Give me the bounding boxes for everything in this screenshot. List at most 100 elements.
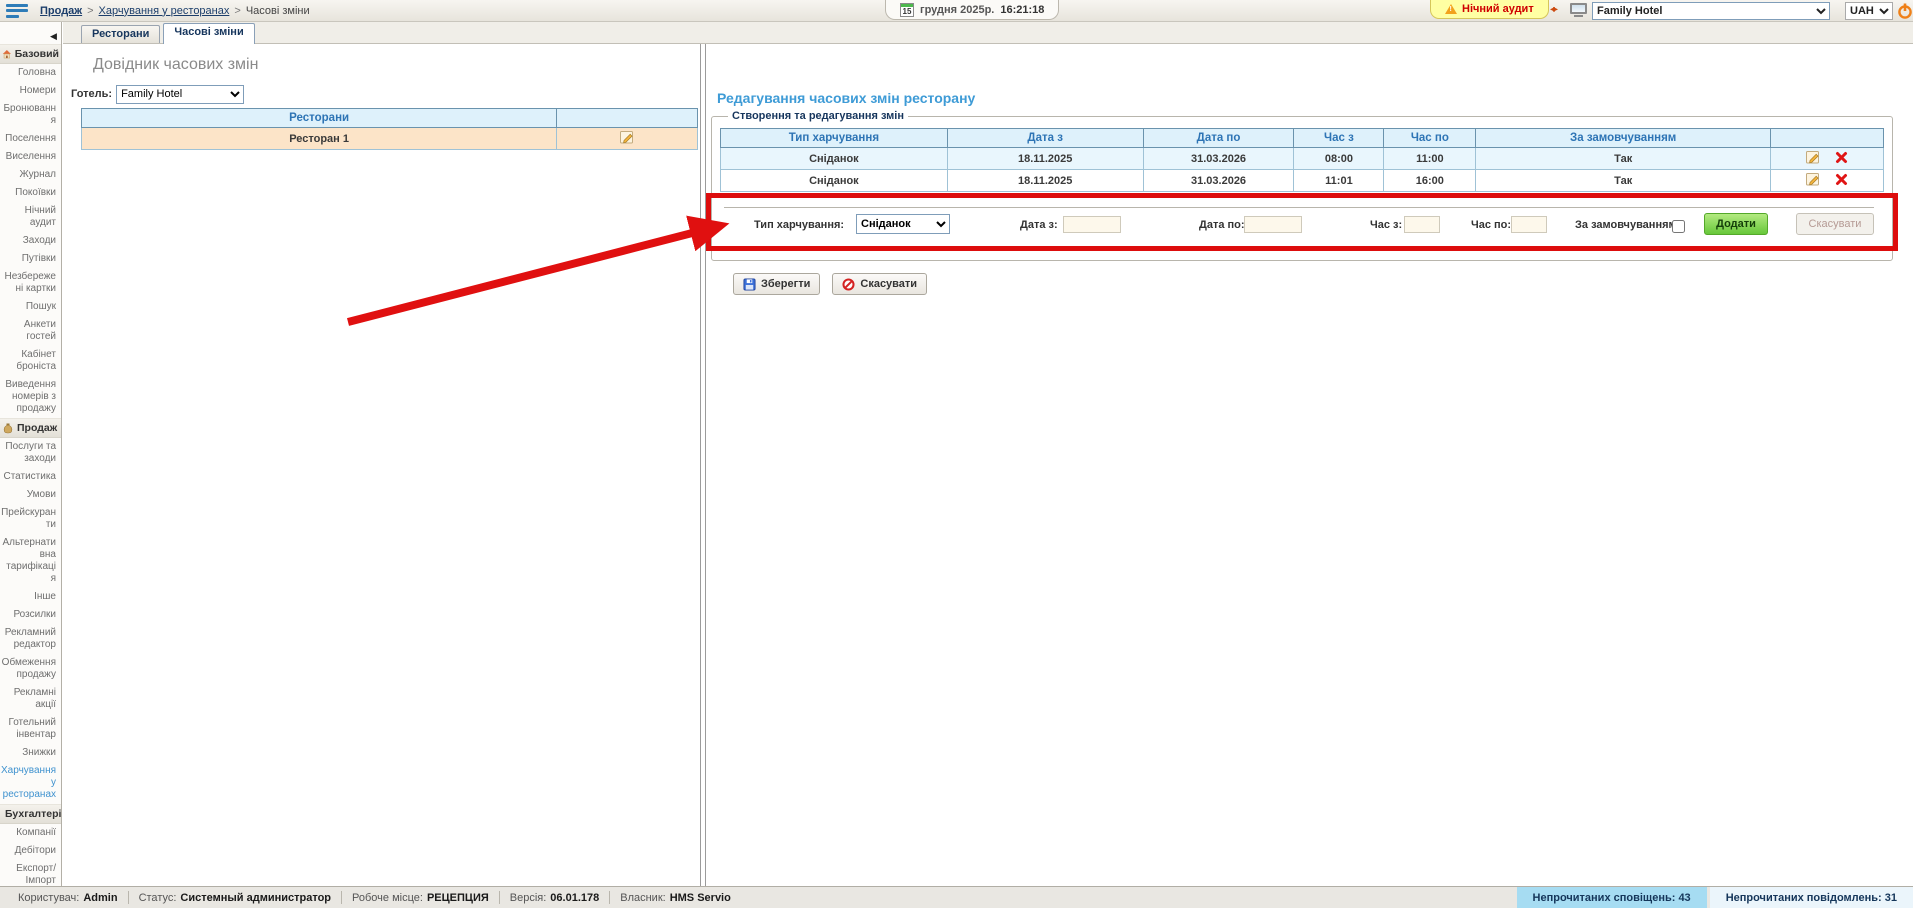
- sidebar-item[interactable]: Розсилки: [0, 606, 61, 624]
- restaurants-actions-header: [557, 109, 698, 128]
- sidebar-item[interactable]: Прейскуранти: [0, 504, 61, 534]
- time-shifts-table: Тип харчування Дата з Дата по Час з Час …: [720, 128, 1884, 192]
- sidebar-section-sales-items: Послуги та заходиСтатистикаУмовиПрейскур…: [0, 438, 61, 804]
- sidebar-section-title: Продаж: [17, 422, 57, 434]
- night-audit-badge[interactable]: Нічний аудит: [1430, 0, 1549, 19]
- restaurants-table: Ресторани Ресторан 1: [81, 108, 698, 150]
- sidebar-item[interactable]: Умови: [0, 486, 61, 504]
- sidebar-item[interactable]: Пошук: [0, 298, 61, 316]
- calendar-icon: 15: [900, 3, 914, 17]
- sidebar-section-title: Базовий: [15, 48, 59, 60]
- house-icon: [2, 48, 12, 60]
- save-button-label: Зберегти: [761, 278, 810, 290]
- sidebar-item[interactable]: Путівки: [0, 250, 61, 268]
- col-time-to: Час по: [1384, 129, 1476, 148]
- delete-shift-button[interactable]: [1835, 173, 1848, 186]
- form-cancel-button[interactable]: Скасувати: [1796, 213, 1874, 235]
- save-floppy-icon: [743, 278, 756, 291]
- sidebar-collapse-icon[interactable]: ◀: [50, 31, 57, 42]
- sidebar-item[interactable]: Дебітори: [0, 842, 61, 860]
- sidebar-section-basic[interactable]: Базовий: [0, 44, 61, 64]
- menu-icon[interactable]: [6, 4, 30, 18]
- sidebar-item[interactable]: Знижки: [0, 744, 61, 762]
- status-item-label: Статус:: [139, 892, 177, 904]
- sidebar-item[interactable]: Рекламний редактор: [0, 624, 61, 654]
- breadcrumb-link-restaurant-catering[interactable]: Харчування у ресторанах: [99, 5, 230, 17]
- restaurant-row[interactable]: Ресторан 1: [82, 128, 698, 150]
- status-item: Робоче місце: РЕЦЕПЦИЯ: [342, 891, 500, 904]
- hotel-select[interactable]: Family Hotel: [1592, 2, 1830, 20]
- by-default-checkbox[interactable]: [1672, 220, 1685, 233]
- save-button[interactable]: Зберегти: [733, 273, 820, 295]
- restaurants-panel: Довідник часових змін Готель: Family Hot…: [63, 44, 700, 886]
- edit-shift-button[interactable]: [1806, 172, 1821, 186]
- moneybag-icon: [2, 422, 14, 434]
- sidebar-item[interactable]: Готельний інвентар: [0, 714, 61, 744]
- sidebar-item[interactable]: Обмеження продажу: [0, 654, 61, 684]
- add-button[interactable]: Додати: [1704, 213, 1768, 235]
- cancel-button[interactable]: Скасувати: [832, 273, 927, 295]
- time-to-input[interactable]: [1511, 216, 1547, 233]
- breadcrumb-separator: >: [87, 5, 93, 17]
- sidebar-section-sales[interactable]: Продаж: [0, 418, 61, 438]
- breadcrumb-separator: >: [234, 5, 240, 17]
- date-from-label: Дата з:: [1020, 219, 1058, 231]
- edit-fieldset-legend: Створення та редагування змін: [728, 110, 908, 122]
- panel-splitter[interactable]: [700, 44, 706, 886]
- sidebar-item[interactable]: Експорт/Імпорт рахунків: [0, 860, 61, 886]
- shift-by-default: Так: [1476, 148, 1771, 170]
- sidebar-item[interactable]: Незбережені картки: [0, 268, 61, 298]
- shift-meal: Сніданок: [721, 148, 948, 170]
- col-by-default: За замовчуванням: [1476, 129, 1771, 148]
- status-item-value: РЕЦЕПЦИЯ: [427, 892, 489, 904]
- hotel-label: Готель:: [71, 88, 112, 100]
- meal-type-select[interactable]: Сніданок: [856, 214, 950, 234]
- sidebar-item[interactable]: Анкети гостей: [0, 316, 61, 346]
- sidebar-item[interactable]: Послуги та заходи: [0, 438, 61, 468]
- sidebar-item[interactable]: Поселення: [0, 130, 61, 148]
- sidebar-item[interactable]: Рекламні акції: [0, 684, 61, 714]
- date-from-input[interactable]: [1063, 216, 1121, 233]
- edit-fieldset: Створення та редагування змін Тип харчув…: [711, 110, 1893, 261]
- delete-shift-button[interactable]: [1835, 151, 1848, 164]
- delete-x-icon: [1835, 151, 1848, 164]
- sidebar-item[interactable]: Номери: [0, 82, 61, 100]
- main-area: Ресторани Часові зміни Довідник часових …: [63, 22, 1913, 886]
- sidebar-item[interactable]: Головна: [0, 64, 61, 82]
- time-from-input[interactable]: [1404, 216, 1440, 233]
- currency-select[interactable]: UAH: [1845, 2, 1893, 20]
- panel-hotel-select[interactable]: Family Hotel: [116, 85, 244, 104]
- col-actions: [1771, 129, 1884, 148]
- sidebar-item[interactable]: Харчування у ресторанах: [0, 762, 61, 804]
- sidebar-item[interactable]: Кабінет броніста: [0, 346, 61, 376]
- sidebar-item[interactable]: Бронювання: [0, 100, 61, 130]
- tab-time-shifts[interactable]: Часові зміни: [163, 23, 254, 44]
- status-item-value: Admin: [83, 892, 117, 904]
- date-to-input[interactable]: [1244, 216, 1302, 233]
- unread-messages-badge[interactable]: Непрочитаних повідомлень: 31: [1710, 887, 1913, 908]
- edit-shift-button[interactable]: [1806, 150, 1821, 164]
- page-title: Довідник часових змін: [93, 56, 700, 74]
- sidebar-item[interactable]: Нічний аудит: [0, 202, 61, 232]
- shift-time-to: 16:00: [1384, 170, 1476, 192]
- unread-notifications-badge[interactable]: Непрочитаних сповіщень: 43: [1517, 887, 1707, 908]
- sidebar-item[interactable]: Виведення номерів з продажу: [0, 376, 61, 418]
- status-item-label: Версія:: [510, 892, 547, 904]
- sidebar-item[interactable]: Заходи: [0, 232, 61, 250]
- sidebar-item[interactable]: Компанії: [0, 824, 61, 842]
- logout-power-icon[interactable]: [1897, 3, 1913, 22]
- sidebar-item[interactable]: Альтернативна тарифікація: [0, 534, 61, 588]
- edit-restaurant-button[interactable]: [620, 130, 635, 144]
- edit-pencil-icon: [1806, 150, 1821, 164]
- sidebar-section-accounting[interactable]: Бухгалтерія: [0, 804, 61, 824]
- col-time-from: Час з: [1294, 129, 1384, 148]
- new-shift-form: Тип харчування: Сніданок Дата з: Дата по…: [720, 198, 1884, 252]
- session-arrows-icon[interactable]: ◂▸: [1550, 4, 1556, 15]
- sidebar-item[interactable]: Виселення: [0, 148, 61, 166]
- breadcrumb-link-sales[interactable]: Продаж: [40, 5, 82, 17]
- tab-restaurants[interactable]: Ресторани: [81, 25, 160, 43]
- sidebar-item[interactable]: Покоївки: [0, 184, 61, 202]
- sidebar-item[interactable]: Інше: [0, 588, 61, 606]
- sidebar-item[interactable]: Журнал: [0, 166, 61, 184]
- sidebar-item[interactable]: Статистика: [0, 468, 61, 486]
